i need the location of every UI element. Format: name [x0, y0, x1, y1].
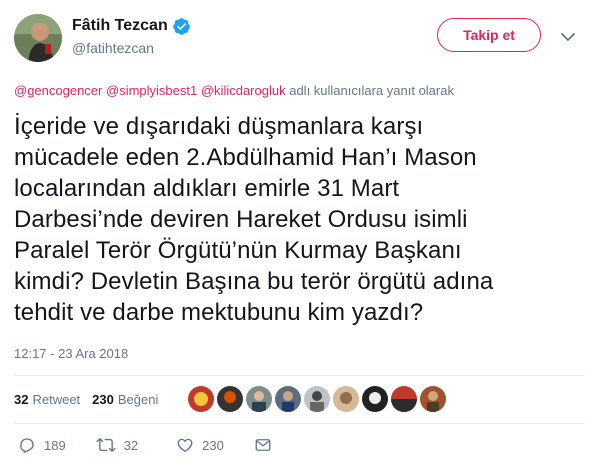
reply-icon[interactable]	[18, 436, 36, 454]
chevron-down-icon[interactable]	[560, 30, 576, 42]
retweet-stat[interactable]: 32 Retweet	[14, 392, 80, 407]
divider	[14, 375, 585, 376]
liker-avatars	[188, 386, 449, 412]
tweet-header: Fâtih Tezcan @fatihtezcan Takip et	[14, 14, 585, 64]
liker-avatar[interactable]	[304, 386, 331, 412]
author-display-name[interactable]: Fâtih Tezcan	[72, 16, 191, 36]
like-count: 230	[202, 437, 224, 453]
reply-context: @gencogencer @simplyisbest1 @kilicdarogl…	[14, 83, 454, 98]
author-avatar[interactable]	[14, 14, 62, 62]
liker-avatar[interactable]	[420, 386, 447, 412]
liker-avatar[interactable]	[391, 386, 418, 412]
retweet-stat-label: Retweet	[32, 391, 81, 407]
mention-link[interactable]: @kilicdarogluk	[201, 83, 286, 98]
reply-count: 189	[44, 437, 66, 453]
liker-avatar[interactable]	[362, 386, 389, 412]
tweet-text: İçeride ve dışarıdaki düşmanlara karşı m…	[14, 111, 579, 328]
tweet-timestamp[interactable]: 12:17 - 23 Ara 2018	[14, 346, 128, 361]
reply-context-suffix: adlı kullanıcılara yanıt olarak	[289, 83, 454, 98]
heart-icon[interactable]	[176, 436, 194, 454]
mention-link[interactable]: @simplyisbest1	[106, 83, 197, 98]
liker-avatar[interactable]	[333, 386, 360, 412]
like-stat-label: Beğeni	[117, 391, 159, 407]
divider	[14, 423, 585, 424]
reply-action[interactable]: 189	[18, 436, 66, 454]
tweet-text-line: mücadele eden 2.Abdülhamid Han’ı Mason	[14, 144, 477, 171]
retweet-stat-count: 32	[14, 391, 29, 407]
tweet-text-line: tehdit ve darbe mektubunu kim yazdı?	[14, 299, 424, 326]
tweet-text-line: Darbesi’nde deviren Hareket Ordusu isiml…	[14, 206, 468, 233]
tweet-text-line: localarından aldıkları emirle 31 Mart	[14, 175, 400, 202]
retweet-action[interactable]: 32	[96, 436, 138, 454]
like-stat[interactable]: 230 Beğeni	[92, 392, 158, 407]
tweet-actions: 189 32 230	[14, 436, 272, 454]
direct-message-action[interactable]	[254, 436, 272, 454]
tweet-text-line: kimdi? Devletin Başına bu terör örgütü a…	[14, 268, 494, 295]
verified-badge-icon	[172, 17, 191, 36]
retweet-icon[interactable]	[96, 436, 116, 454]
liker-avatar[interactable]	[246, 386, 273, 412]
mention-link[interactable]: @gencogencer	[14, 83, 102, 98]
tweet-text-line: Paralel Terör Örgütü’nün Kurmay Başkanı	[14, 237, 462, 264]
author-names: Fâtih Tezcan @fatihtezcan	[72, 16, 191, 58]
tweet-stats: 32 Retweet 230 Beğeni	[14, 383, 449, 415]
author-handle[interactable]: @fatihtezcan	[72, 38, 191, 58]
tweet-text-line: İçeride ve dışarıdaki düşmanlara karşı	[14, 113, 424, 140]
liker-avatar[interactable]	[217, 386, 244, 412]
like-action[interactable]: 230	[176, 436, 224, 454]
display-name-text[interactable]: Fâtih Tezcan	[72, 16, 168, 36]
follow-button[interactable]: Takip et	[437, 18, 541, 52]
liker-avatar[interactable]	[188, 386, 215, 412]
liker-avatar[interactable]	[275, 386, 302, 412]
retweet-count: 32	[123, 437, 139, 453]
direct-message-icon[interactable]	[254, 436, 272, 454]
like-stat-count: 230	[92, 391, 114, 407]
